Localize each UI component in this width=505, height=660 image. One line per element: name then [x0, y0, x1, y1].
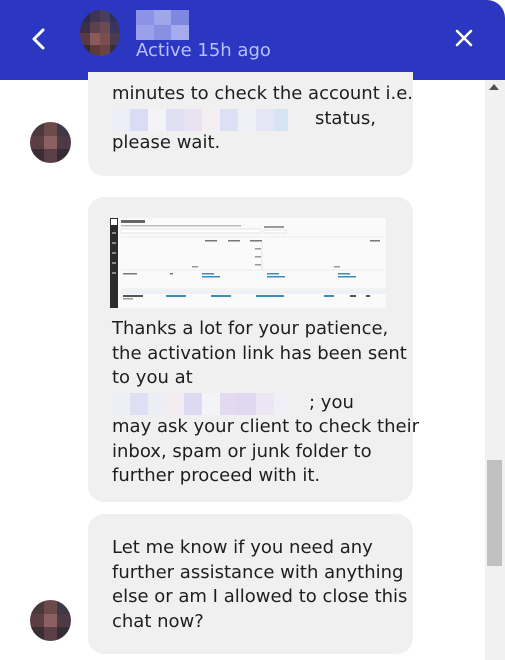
- message-line: please wait.: [112, 132, 221, 153]
- scroll-up-arrow-icon[interactable]: [489, 84, 499, 90]
- message-line: status,: [112, 107, 389, 132]
- message-line: minutes to check the account i.e.: [112, 83, 414, 104]
- scrollbar-thumb[interactable]: [487, 460, 502, 566]
- message-line: Let me know if you need any: [112, 537, 373, 558]
- scrollbar[interactable]: [485, 80, 505, 660]
- redacted-account-id: [112, 108, 306, 131]
- contact-avatar[interactable]: [80, 10, 120, 56]
- back-button[interactable]: [22, 22, 56, 56]
- screenshot-attachment[interactable]: [110, 218, 386, 308]
- message-line: Thanks a lot for your patience,: [112, 318, 389, 339]
- message-line: the activation link has been sent: [112, 342, 407, 364]
- message-bubble: minutes to check the account i.e. status…: [88, 72, 413, 176]
- chat-header: Active 15h ago: [0, 0, 505, 80]
- message-line: ; you: [112, 391, 389, 416]
- close-button[interactable]: [449, 23, 479, 53]
- attachment-preview: [110, 218, 386, 308]
- message-line: further proceed with it.: [112, 465, 321, 486]
- agent-avatar: [30, 600, 71, 641]
- message-line: else or am I allowed to close this: [112, 586, 408, 607]
- message-line: further assistance with anything: [112, 561, 404, 583]
- active-status: Active 15h ago: [136, 40, 271, 61]
- message-bubble: Thanks a lot for your patience, the acti…: [88, 197, 420, 502]
- message-line: to you at: [112, 367, 193, 388]
- redacted-email: [112, 392, 306, 415]
- message-line: inbox, spam or junk folder to: [112, 440, 372, 462]
- message-text: status,: [315, 107, 377, 129]
- agent-avatar: [30, 122, 71, 163]
- message-text: ; you: [309, 391, 354, 413]
- message-bubble: Let me know if you need any further assi…: [88, 514, 413, 654]
- message-line: chat now?: [112, 610, 204, 632]
- chevron-left-icon: [32, 28, 45, 50]
- contact-name: [136, 10, 189, 40]
- message-line: may ask your client to check their: [112, 416, 420, 437]
- close-icon: [455, 29, 473, 47]
